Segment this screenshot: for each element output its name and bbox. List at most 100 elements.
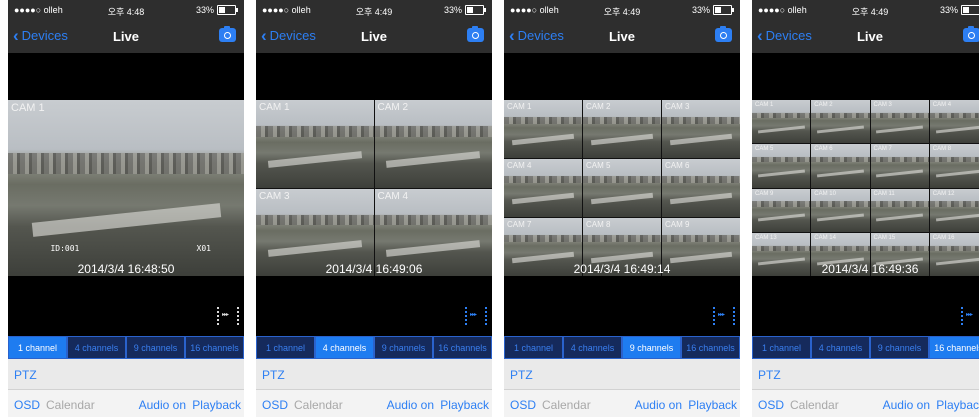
- battery-icon: [217, 5, 238, 15]
- live-video-grid[interactable]: CAM 1 CAM 2 CAM 3 CAM 4 CAM 5 CAM 6 CAM 7 CAM 8…: [752, 100, 979, 276]
- camera-label: CAM 5: [755, 146, 774, 153]
- camera-tile[interactable]: CAM 3: [662, 100, 740, 158]
- tab-4-channels[interactable]: 4 channels: [563, 336, 622, 359]
- camera-tile[interactable]: CAM 1 ID:001 X01: [8, 100, 244, 276]
- camera-icon[interactable]: [715, 26, 732, 42]
- camera-label: CAM 1: [11, 102, 45, 114]
- tab-1-channels[interactable]: 1 channel: [752, 336, 811, 359]
- live-video-grid[interactable]: CAM 1 ID:001 X01: [8, 100, 244, 276]
- camera-label: CAM 10: [814, 190, 836, 197]
- page-title: Live: [856, 29, 883, 44]
- osd-button[interactable]: OSD: [14, 398, 40, 412]
- ptz-row[interactable]: PTZ: [752, 359, 979, 390]
- camera-tile[interactable]: CAM 2: [583, 100, 661, 158]
- camera-label: CAM 4: [932, 102, 952, 108]
- camera-label: CAM 7: [507, 220, 532, 229]
- camera-tile[interactable]: CAM 8: [929, 144, 979, 188]
- audio-on-button[interactable]: Audio on: [883, 398, 930, 412]
- channel-selector: 1 channel 4 channels 9 channels 16 channels: [256, 336, 492, 359]
- camera-tile[interactable]: CAM 3: [870, 100, 929, 144]
- tab-16-channels[interactable]: 16 channels: [433, 336, 492, 359]
- camera-icon[interactable]: [963, 26, 979, 42]
- camera-tile[interactable]: CAM 12: [929, 188, 979, 232]
- camera-tile[interactable]: CAM 6: [811, 144, 870, 188]
- ptz-button[interactable]: PTZ: [14, 368, 37, 382]
- status-bar: ●●●●○ olleh 오후 4:49 33%: [504, 0, 740, 20]
- page-title: Live: [360, 29, 387, 44]
- camera-label: CAM 8: [932, 146, 952, 153]
- nav-bar: ‹ Devices Live: [504, 20, 740, 53]
- calendar-button[interactable]: Calendar: [294, 398, 343, 412]
- camera-label: CAM 9: [665, 220, 690, 229]
- tab-4-channels[interactable]: 4 channels: [67, 336, 126, 359]
- status-bar: ●●●●○ olleh 오후 4:49 33%: [256, 0, 492, 20]
- camera-tile[interactable]: CAM 11: [870, 188, 929, 232]
- camera-tile[interactable]: CAM 2: [374, 100, 492, 188]
- ptz-button[interactable]: PTZ: [262, 368, 285, 382]
- phone-screen-4: ●●●●○ olleh 오후 4:49 33% ‹ Devices Live C…: [752, 0, 979, 417]
- fullscreen-icon[interactable]: [217, 307, 239, 325]
- playback-button[interactable]: Playback: [688, 398, 737, 412]
- camera-icon[interactable]: [467, 26, 484, 42]
- camera-tile[interactable]: CAM 5: [583, 159, 661, 217]
- camera-tile[interactable]: CAM 9: [752, 188, 811, 232]
- bottom-toolbar: OSD Calendar Audio on Playback: [752, 390, 979, 417]
- camera-label: CAM 6: [665, 161, 690, 170]
- fullscreen-icon[interactable]: [465, 307, 487, 325]
- camera-tile[interactable]: CAM 4: [929, 100, 979, 144]
- playback-button[interactable]: Playback: [192, 398, 241, 412]
- bottom-toolbar: OSD Calendar Audio on Playback: [256, 390, 492, 417]
- tab-16-channels[interactable]: 16 channels: [185, 336, 244, 359]
- channel-selector: 1 channel 4 channels 9 channels 16 channels: [752, 336, 979, 359]
- tab-9-channels[interactable]: 9 channels: [870, 336, 929, 359]
- camera-tile[interactable]: CAM 2: [811, 100, 870, 144]
- calendar-button[interactable]: Calendar: [542, 398, 591, 412]
- audio-on-button[interactable]: Audio on: [139, 398, 186, 412]
- camera-label: CAM 3: [873, 102, 892, 108]
- ptz-row[interactable]: PTZ: [504, 359, 740, 390]
- fullscreen-icon[interactable]: [961, 307, 979, 325]
- ptz-row[interactable]: PTZ: [8, 359, 244, 390]
- tab-4-channels[interactable]: 4 channels: [811, 336, 870, 359]
- tab-9-channels[interactable]: 9 channels: [126, 336, 185, 359]
- calendar-button[interactable]: Calendar: [790, 398, 839, 412]
- live-video-grid[interactable]: CAM 1 CAM 2 CAM 3 CAM 4: [256, 100, 492, 276]
- tab-1-channels[interactable]: 1 channel: [8, 336, 67, 359]
- camera-label: CAM 12: [932, 190, 955, 197]
- camera-number-overlay: X01: [196, 244, 211, 254]
- osd-button[interactable]: OSD: [262, 398, 288, 412]
- ptz-button[interactable]: PTZ: [510, 368, 533, 382]
- camera-label: CAM 13: [755, 234, 777, 241]
- camera-tile[interactable]: CAM 4: [504, 159, 582, 217]
- camera-tile[interactable]: CAM 1: [752, 100, 811, 144]
- battery-indicator: 33%: [692, 5, 734, 15]
- camera-tile[interactable]: CAM 7: [870, 144, 929, 188]
- ptz-row[interactable]: PTZ: [256, 359, 492, 390]
- tab-4-channels[interactable]: 4 channels: [315, 336, 374, 359]
- fullscreen-icon[interactable]: [713, 307, 735, 325]
- camera-tile[interactable]: CAM 5: [752, 144, 811, 188]
- osd-button[interactable]: OSD: [510, 398, 536, 412]
- osd-button[interactable]: OSD: [758, 398, 784, 412]
- tab-1-channels[interactable]: 1 channel: [504, 336, 563, 359]
- playback-button[interactable]: Playback: [936, 398, 979, 412]
- audio-on-button[interactable]: Audio on: [387, 398, 434, 412]
- audio-on-button[interactable]: Audio on: [635, 398, 682, 412]
- tab-1-channels[interactable]: 1 channel: [256, 336, 315, 359]
- battery-indicator: 33%: [940, 5, 979, 15]
- playback-button[interactable]: Playback: [440, 398, 489, 412]
- calendar-button[interactable]: Calendar: [46, 398, 95, 412]
- tab-16-channels[interactable]: 16 channels: [681, 336, 740, 359]
- camera-tile[interactable]: CAM 10: [811, 188, 870, 232]
- tab-9-channels[interactable]: 9 channels: [374, 336, 433, 359]
- live-video-grid[interactable]: CAM 1 CAM 2 CAM 3 CAM 4 CAM 5 CAM 6 CAM 7 CAM 8…: [504, 100, 740, 276]
- camera-tile[interactable]: CAM 6: [662, 159, 740, 217]
- camera-tile[interactable]: CAM 1: [504, 100, 582, 158]
- camera-icon[interactable]: [219, 26, 236, 42]
- nav-bar: ‹ Devices Live: [752, 20, 979, 53]
- tab-16-channels[interactable]: 16 channels: [929, 336, 979, 359]
- ptz-button[interactable]: PTZ: [758, 368, 781, 382]
- tab-9-channels[interactable]: 9 channels: [622, 336, 681, 359]
- camera-tile[interactable]: CAM 1: [256, 100, 374, 188]
- camera-label: CAM 4: [377, 190, 409, 202]
